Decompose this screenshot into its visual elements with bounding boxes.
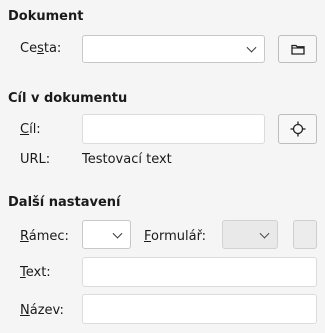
target-label: Cíl: [20, 122, 41, 137]
form-events-button[interactable] [293, 220, 317, 249]
text-field[interactable] [82, 257, 317, 287]
chevron-down-icon [259, 228, 270, 239]
section-title-more-settings: Další nastavení [8, 195, 121, 210]
path-label: Cesta: [20, 41, 62, 56]
section-title-document: Dokument [8, 9, 84, 24]
name-label: Název: [20, 303, 64, 318]
form-combobox[interactable] [222, 220, 278, 249]
path-combobox[interactable] [82, 35, 265, 63]
target-field[interactable] [82, 114, 265, 144]
text-label: Text: [20, 265, 51, 280]
url-value: Testovací text [82, 152, 172, 167]
open-file-button[interactable] [278, 35, 317, 63]
name-field[interactable] [82, 294, 317, 324]
frame-label: Rámec: [20, 229, 69, 244]
folder-icon [290, 44, 305, 55]
section-title-target: Cíl v dokumentu [8, 91, 128, 106]
hyperlink-document-panel: Dokument Cesta: Cíl v dokumentu Cíl: URL… [0, 0, 325, 333]
chevron-down-icon [112, 228, 123, 239]
target-picker-button[interactable] [278, 114, 317, 144]
chevron-down-icon [246, 42, 257, 53]
form-label: Formulář: [144, 229, 207, 244]
url-label: URL: [20, 152, 51, 167]
target-crosshair-icon [290, 121, 305, 137]
frame-combobox[interactable] [82, 220, 131, 249]
